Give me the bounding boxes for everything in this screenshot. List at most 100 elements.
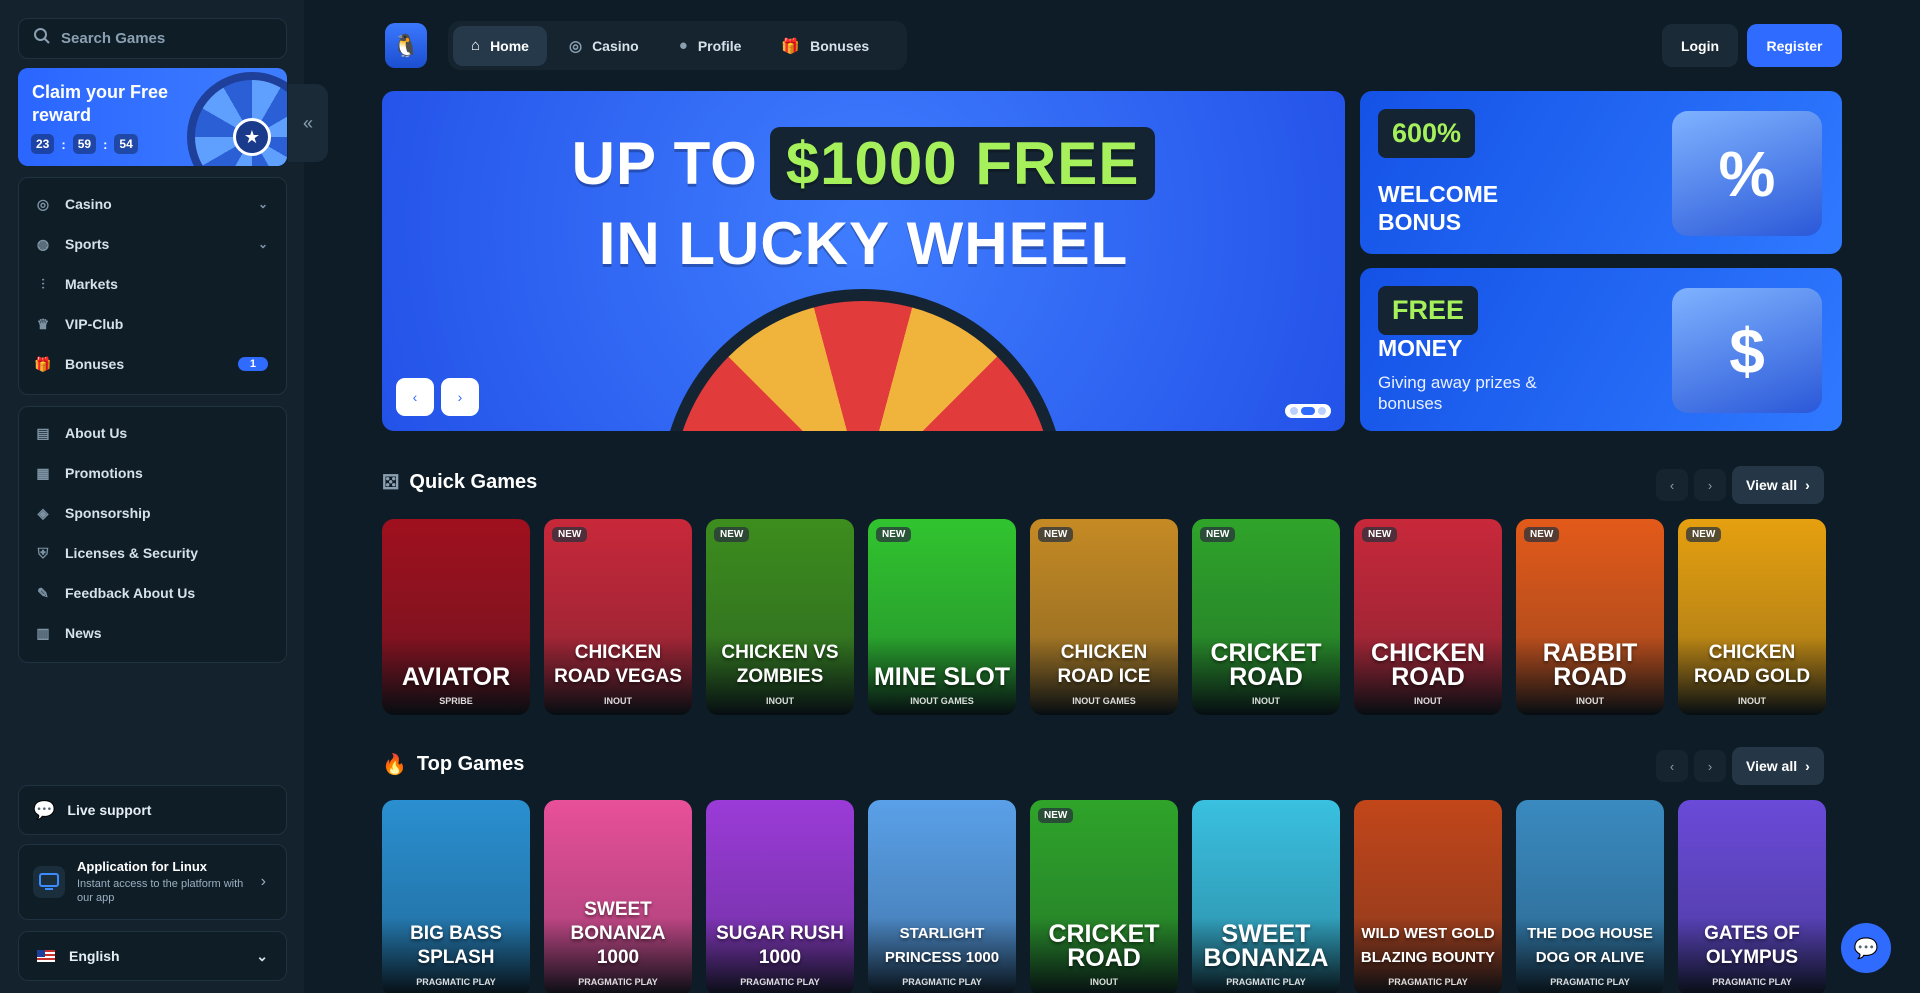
main-nav: ◎ Casino ⌄ ◍ Sports ⌄ ⫶ Markets ♛ VIP-Club 🎁 Bonuse… [18,177,287,395]
tab-label: Home [490,37,529,54]
tab-bonuses[interactable]: 🎁 Bonuses [763,26,887,66]
sidebar-item-sponsorship[interactable]: ◈ Sponsorship [19,493,286,533]
tab-profile[interactable]: ● Profile [661,26,760,66]
view-all-label: View all [1746,758,1798,774]
carousel-prev-button[interactable]: ‹ [396,378,434,416]
scroll-left-button[interactable]: ‹ [1656,750,1688,782]
language-selector[interactable]: English ⌄ [18,931,287,981]
sidebar-item-about-us[interactable]: ▤ About Us [19,413,286,453]
timer-separator: : [103,136,108,152]
hero-carousel[interactable]: UP TO $1000 FREE IN LUCKY WHEEL ‹ › [382,91,1345,431]
carousel-dot[interactable] [1301,407,1315,415]
sidebar-item-label: VIP-Club [65,316,124,332]
register-button[interactable]: Register [1747,24,1842,67]
sidebar-item-promotions[interactable]: ▦ Promotions [19,453,286,493]
globe-icon: ◍ [36,235,50,252]
section-title-quick-games: ⚄ Quick Games [382,470,537,495]
timer-minutes: 59 [72,134,97,154]
game-provider: INOUT GAMES [1072,696,1136,706]
game-card[interactable]: NEW CHICKEN VS ZOMBIES INOUT [706,519,854,715]
site-logo[interactable]: 🐧 [385,23,427,68]
game-card[interactable]: NEW CRICKET ROAD INOUT [1192,519,1340,715]
carousel-dot[interactable] [1318,407,1326,415]
game-card[interactable]: NEW CHICKEN ROAD VEGAS INOUT [544,519,692,715]
new-badge: NEW [1038,808,1074,823]
scroll-right-button[interactable]: › [1694,750,1726,782]
game-card[interactable]: BIG BASS SPLASH PRAGMATIC PLAY [382,800,530,993]
tab-label: Casino [592,37,639,54]
game-title: CHICKEN ROAD [1371,639,1485,691]
game-card[interactable]: THE DOG HOUSE DOG OR ALIVE PRAGMATIC PLAY [1516,800,1664,993]
free-reward-banner[interactable]: Claim your Free reward 23 : 59 : 54 ★ [18,68,287,166]
sidebar-item-casino[interactable]: ◎ Casino ⌄ [19,184,286,224]
top-games-row: BIG BASS SPLASH PRAGMATIC PLAY SWEET BONAN… [382,800,1842,993]
game-card[interactable]: NEW RABBIT ROAD INOUT [1516,519,1664,715]
game-card[interactable]: NEW CHICKEN ROAD INOUT [1354,519,1502,715]
game-card[interactable]: GATES OF OLYMPUS PRAGMATIC PLAY [1678,800,1826,993]
gift-icon: 🎁 [781,37,801,55]
game-title: CRICKET ROAD [1048,920,1160,972]
game-provider: INOUT [1252,696,1280,706]
sidebar-item-markets[interactable]: ⫶ Markets [19,264,286,304]
sidebar-item-label: Licenses & Security [65,545,199,561]
chevron-right-icon: › [260,873,266,890]
game-card[interactable]: SWEET BONANZA PRAGMATIC PLAY [1192,800,1340,993]
scroll-left-button[interactable]: ‹ [1656,469,1688,501]
top-nav: ⌂ Home ◎ Casino ● Profile 🎁 Bonuses [448,21,907,70]
search-box[interactable] [18,18,287,59]
game-provider: INOUT [1738,696,1766,706]
hero-line-2: IN LUCKY WHEEL [598,210,1129,277]
search-input[interactable] [61,30,261,47]
login-button[interactable]: Login [1662,24,1738,67]
sidebar-item-label: Promotions [65,465,143,481]
game-title: WILD WEST GOLD BLAZING BOUNTY [1360,925,1496,966]
carousel-next-button[interactable]: › [441,378,479,416]
chevron-right-icon: › [1805,758,1810,774]
game-provider: PRAGMATIC PLAY [902,977,982,987]
game-card[interactable]: WILD WEST GOLD BLAZING BOUNTY PRAGMATIC P… [1354,800,1502,993]
linux-app-banner[interactable]: Application for Linux Instant access to … [18,844,287,920]
game-title: CHICKEN ROAD GOLD [1693,642,1811,687]
sidebar-item-feedback-about-us[interactable]: ✎ Feedback About Us [19,573,286,613]
promo-welcome-bonus[interactable]: 600% WELCOME BONUS % [1360,91,1842,254]
double-chevron-left-icon: « [302,112,313,133]
game-card[interactable]: NEW CRICKET ROAD INOUT [1030,800,1178,993]
game-card[interactable]: NEW CHICKEN ROAD GOLD INOUT [1678,519,1826,715]
promo-free-money[interactable]: FREE MONEY Giving away prizes & bonuses … [1360,268,1842,431]
sidebar-item-vip-club[interactable]: ♛ VIP-Club [19,304,286,344]
hero-amount: $1000 FREE [769,127,1156,200]
game-title: CHICKEN VS ZOMBIES [721,642,839,687]
top-games-controls: ‹ › View all › [1656,747,1824,785]
tab-casino[interactable]: ◎ Casino [551,26,657,66]
hero-line-2-wrap: IN LUCKY WHEEL [382,209,1345,278]
timer-hours: 23 [31,134,55,154]
sidebar-item-licenses-security[interactable]: ⛨ Licenses & Security [19,533,286,573]
game-provider: INOUT [1576,696,1604,706]
carousel-dot[interactable] [1290,407,1298,415]
collapse-sidebar-button[interactable]: « [288,84,328,162]
game-card[interactable]: STARLIGHT PRINCESS 1000 PRAGMATIC PLAY [868,800,1016,993]
sidebar-item-label: About Us [65,425,128,441]
game-card[interactable]: NEW MINE SLOT INOUT GAMES [868,519,1016,715]
game-card[interactable]: AVIATOR SPRIBE [382,519,530,715]
chevron-down-icon: ⌄ [257,237,268,251]
live-support-button[interactable]: 💬 Live support [18,785,287,835]
sidebar-item-sports[interactable]: ◍ Sports ⌄ [19,224,286,264]
sidebar-item-label: Sports [65,236,110,252]
game-card[interactable]: SUGAR RUSH 1000 PRAGMATIC PLAY [706,800,854,993]
game-title: CHICKEN ROAD VEGAS [554,642,682,687]
sidebar-item-news[interactable]: ▥ News [19,613,286,653]
language-label: English [69,948,120,964]
scroll-right-button[interactable]: › [1694,469,1726,501]
view-all-button[interactable]: View all › [1732,466,1824,504]
promo-tag: FREE [1378,286,1479,335]
game-card[interactable]: NEW CHICKEN ROAD ICE INOUT GAMES [1030,519,1178,715]
info-nav: ▤ About Us ▦ Promotions ◈ Sponsorship ⛨ License… [18,406,287,663]
section-title-label: Top Games [416,753,525,775]
game-card[interactable]: SWEET BONANZA 1000 PRAGMATIC PLAY [544,800,692,993]
sidebar-item-bonuses[interactable]: 🎁 Bonuses 1 [19,344,286,384]
tab-home[interactable]: ⌂ Home [453,25,547,66]
chat-bubble-icon: 💬 [33,799,56,820]
chat-widget-button[interactable]: 💬 [1841,923,1891,973]
view-all-button[interactable]: View all › [1732,747,1824,785]
